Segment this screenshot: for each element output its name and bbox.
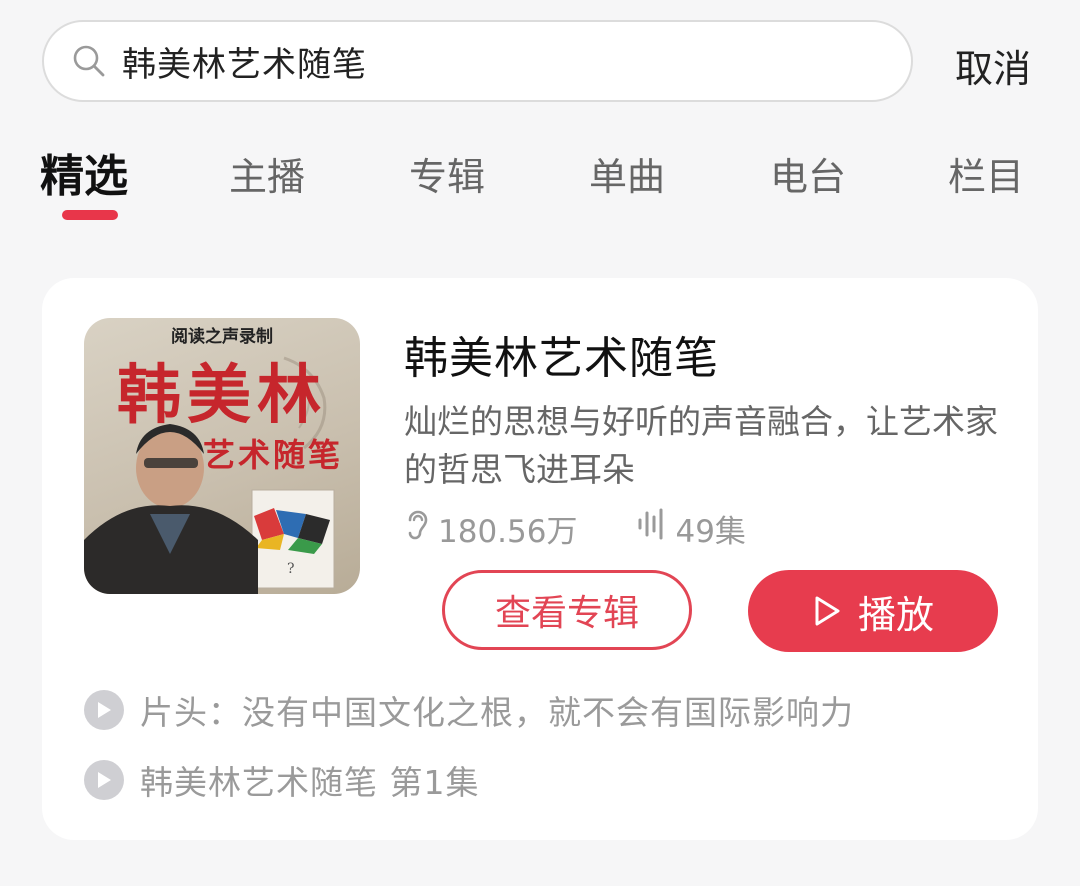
track-title: 片头：没有中国文化之根，就不会有国际影响力 [140, 693, 854, 732]
tab-bar: 精选 主播 专辑 单曲 电台 栏目 [0, 138, 1080, 228]
album-title[interactable]: 韩美林艺术随笔 [404, 322, 719, 386]
svg-text:?: ? [287, 561, 295, 577]
tab-hosts[interactable]: 主播 [229, 146, 305, 201]
ear-icon [404, 507, 438, 549]
track-item[interactable]: 韩美林艺术随笔 第1集 [84, 756, 480, 804]
episode-count: 49集 [637, 506, 746, 551]
search-results-page: 韩美林艺术随笔 取消 精选 主播 专辑 单曲 电台 栏目 ? 阅读之声录制 韩美… [0, 0, 1080, 886]
tab-columns[interactable]: 栏目 [948, 146, 1024, 201]
view-album-button[interactable]: 查看专辑 [442, 570, 692, 650]
active-tab-indicator [62, 210, 118, 220]
tab-tracks[interactable]: 单曲 [589, 146, 665, 201]
track-play-icon [84, 690, 124, 730]
tab-featured[interactable]: 精选 [40, 140, 128, 204]
play-button-label: 播放 [857, 592, 934, 637]
album-cover[interactable]: ? 阅读之声录制 韩美林 艺术随笔 [84, 318, 360, 594]
search-input[interactable]: 韩美林艺术随笔 [42, 20, 913, 102]
search-query-text: 韩美林艺术随笔 [122, 44, 367, 85]
play-count: 180.56万 [404, 506, 577, 551]
cover-subtitle: 艺术随笔 [202, 436, 343, 474]
play-icon [812, 594, 842, 628]
cancel-button[interactable]: 取消 [955, 38, 1031, 93]
search-icon [72, 43, 108, 79]
tab-albums[interactable]: 专辑 [409, 146, 485, 201]
tab-radio[interactable]: 电台 [770, 146, 846, 201]
episode-count-value: 49集 [675, 513, 746, 550]
track-title: 韩美林艺术随笔 第1集 [140, 763, 480, 802]
album-stats: 180.56万 49集 [404, 506, 746, 550]
track-play-icon [84, 760, 124, 800]
cover-title: 韩美林 [117, 358, 327, 433]
album-result-card[interactable]: ? 阅读之声录制 韩美林 艺术随笔 韩美林艺术随笔 灿烂的思想与好听的声音融合，… [42, 278, 1038, 840]
play-button[interactable]: 播放 [748, 570, 998, 652]
album-description: 灿烂的思想与好听的声音融合，让艺术家的哲思飞进耳朵 [404, 402, 998, 489]
track-item[interactable]: 片头：没有中国文化之根，就不会有国际影响力 [84, 686, 854, 734]
soundwave-icon [637, 507, 675, 549]
play-count-value: 180.56万 [438, 513, 578, 550]
